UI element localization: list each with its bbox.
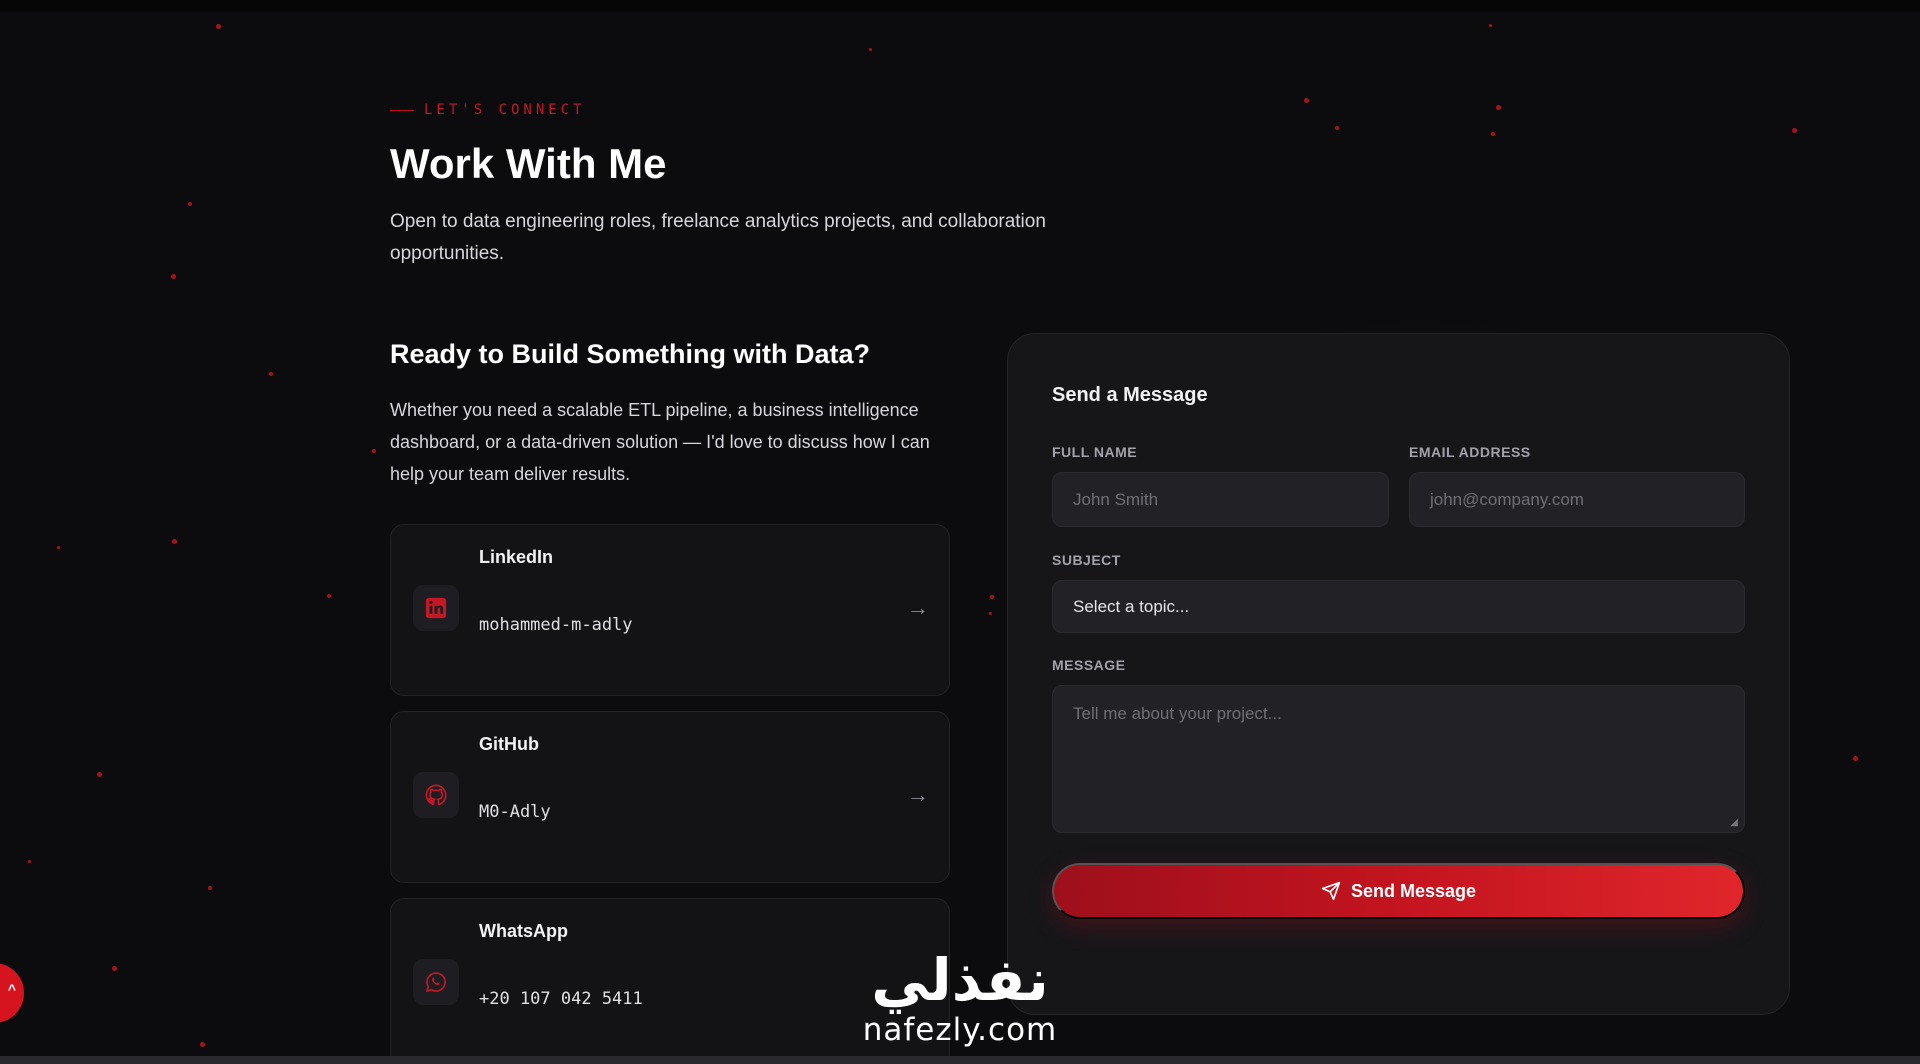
particle — [1304, 98, 1309, 103]
particle — [28, 860, 31, 863]
eyebrow-text: LET'S CONNECT — [424, 102, 586, 118]
watermark-arabic: نفذلي — [871, 946, 1049, 1014]
section-header: LET'S CONNECT Work With Me Open to data … — [390, 98, 1150, 270]
particle — [1491, 132, 1495, 136]
particle — [171, 274, 176, 279]
card-label: GitHub — [479, 734, 539, 754]
particle — [188, 202, 192, 206]
github-icon — [413, 772, 459, 818]
particle — [200, 1042, 205, 1047]
particle — [1489, 24, 1492, 27]
particle — [57, 546, 60, 549]
contact-card-github[interactable]: GitHub M0-Adly → — [390, 711, 950, 883]
chevron-up-icon: ^ — [7, 981, 16, 997]
particle — [1853, 756, 1858, 761]
particle — [269, 372, 273, 376]
page-title: Work With Me — [390, 138, 1150, 190]
form-title: Send a Message — [1052, 384, 1208, 406]
email-input[interactable]: john@company.com — [1409, 472, 1745, 527]
contact-form: Send a Message FULL NAME John Smith EMAI… — [1007, 333, 1790, 1015]
card-value: +20 107 042 5411 — [479, 989, 643, 1009]
message-textarea[interactable]: Tell me about your project... ◢ — [1052, 685, 1745, 833]
particle — [990, 595, 994, 599]
particle — [112, 966, 117, 971]
email-label: EMAIL ADDRESS — [1409, 444, 1531, 460]
resize-handle-icon[interactable]: ◢ — [1730, 817, 1738, 828]
bottom-edge — [0, 1056, 1920, 1064]
watermark-latin: nafezly.com — [862, 1012, 1058, 1048]
subject-label: SUBJECT — [1052, 552, 1121, 568]
particle — [172, 539, 177, 544]
send-message-button[interactable]: Send Message — [1052, 863, 1745, 919]
eyebrow-line — [390, 109, 414, 111]
watermark-logo: نفذلي nafezly.com — [840, 950, 1080, 1048]
contact-card-linkedin[interactable]: LinkedIn mohammed-m-adly → — [390, 524, 950, 696]
top-edge — [0, 0, 1920, 12]
whatsapp-icon — [413, 959, 459, 1005]
particle — [97, 772, 102, 777]
particle — [372, 449, 376, 453]
particle — [216, 24, 221, 29]
particle — [208, 886, 212, 890]
message-placeholder: Tell me about your project... — [1073, 704, 1282, 723]
particle — [1335, 126, 1339, 130]
particle — [989, 612, 992, 615]
full-name-label: FULL NAME — [1052, 444, 1138, 460]
arrow-right-icon: → — [907, 595, 929, 620]
contact-page: LET'S CONNECT Work With Me Open to data … — [0, 0, 1920, 1064]
card-label: WhatsApp — [479, 921, 568, 941]
send-icon — [1321, 881, 1341, 901]
particle — [869, 48, 872, 51]
card-value: mohammed-m-adly — [479, 615, 633, 635]
message-label: MESSAGE — [1052, 657, 1126, 673]
arrow-right-icon: → — [907, 782, 929, 807]
full-name-input[interactable]: John Smith — [1052, 472, 1389, 527]
scroll-top-button[interactable]: ^ — [0, 963, 24, 1023]
card-value: M0-Adly — [479, 802, 551, 822]
intro-text: Whether you need a scalable ETL pipeline… — [390, 400, 930, 484]
particle — [1792, 128, 1797, 133]
subject-select[interactable]: Select a topic... — [1052, 580, 1745, 633]
card-label: LinkedIn — [479, 547, 554, 567]
intro-block: Ready to Build Something with Data? Whet… — [390, 336, 950, 490]
particle — [1496, 105, 1501, 110]
linkedin-icon — [413, 585, 459, 631]
page-subtitle: Open to data engineering roles, freelanc… — [390, 211, 1046, 264]
send-message-label: Send Message — [1350, 880, 1477, 901]
eyebrow: LET'S CONNECT — [390, 98, 1150, 122]
intro-title: Ready to Build Something with Data? — [390, 339, 871, 369]
particle — [327, 594, 331, 598]
